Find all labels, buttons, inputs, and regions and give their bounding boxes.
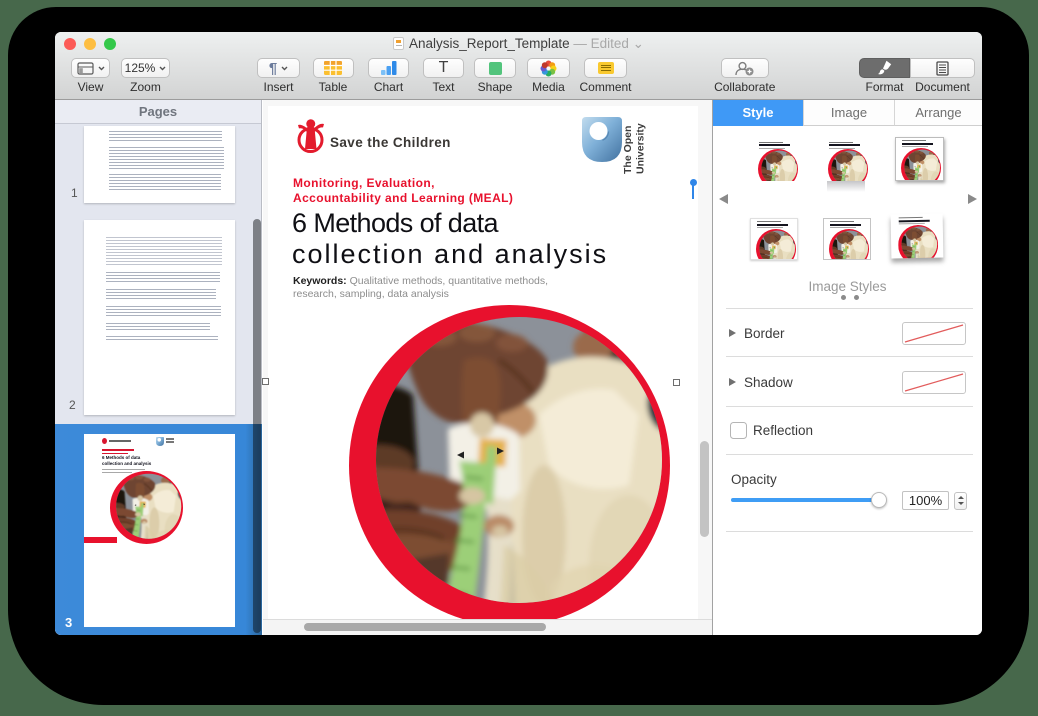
svg-text:The Open: The Open	[622, 126, 634, 174]
svg-text:University: University	[635, 123, 647, 174]
